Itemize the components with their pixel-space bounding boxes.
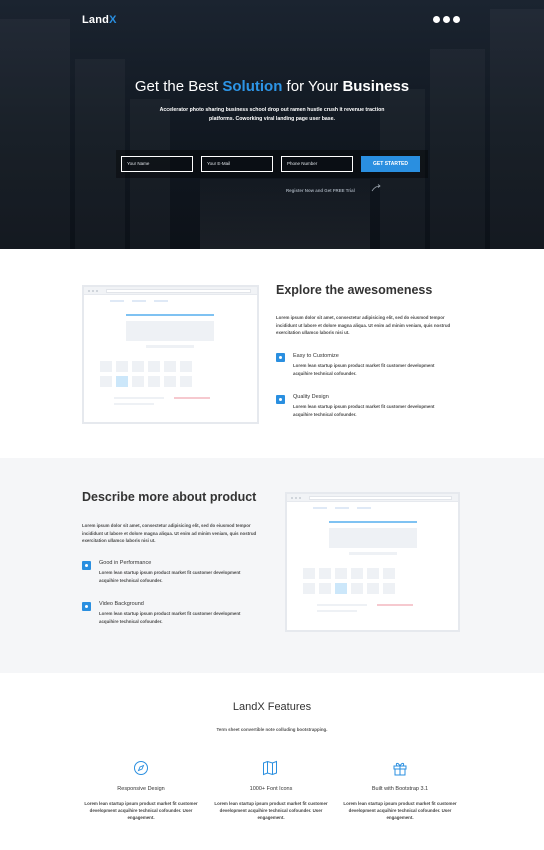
map-icon [263, 760, 277, 776]
hero-title-bold: Business [342, 78, 410, 95]
feature-title: Video Background [99, 601, 144, 607]
feature-desc: Lorem lean startup ipsum product market … [99, 570, 241, 583]
hero-subtitle: Accelerator photo sharing business schoo… [159, 107, 385, 122]
feature-desc: Lorem lean startup ipsum product market … [293, 404, 435, 417]
feature-title: Good in Performance [99, 560, 152, 566]
hero-title-accent: Solution [222, 78, 283, 95]
feature-desc: Lorem lean startup ipsum product market … [99, 611, 241, 624]
brand-name-accent: X [109, 14, 117, 26]
feature-title: Easy to Customize [293, 353, 339, 359]
star-icon [276, 395, 285, 404]
settings-icon [276, 353, 285, 362]
background-building [490, 9, 544, 249]
explore-body: Lorem ipsum dolor sit amet, consectetur … [276, 315, 451, 336]
register-note: Register Now and Get FREE Trial [286, 188, 355, 193]
background-building [0, 19, 70, 249]
describe-body: Lorem ipsum dolor sit amet, consectetur … [82, 523, 257, 544]
email-input[interactable]: Your E-Mail [201, 156, 273, 172]
feature-column-desc: Lorem lean startup ipsum product market … [343, 801, 457, 820]
hero-title: Get the Best Solution for Your Business [0, 78, 544, 95]
brand-name: Land [82, 14, 110, 26]
facebook-icon[interactable] [433, 16, 440, 23]
get-started-button[interactable]: GET STARTED [361, 156, 420, 172]
browser-mockup [82, 285, 259, 424]
video-icon [82, 602, 91, 611]
hero-section [0, 0, 544, 249]
gift-icon [393, 762, 407, 776]
feature-column-title: 1000+ Font Icons [249, 786, 293, 792]
twitter-icon[interactable] [443, 16, 450, 23]
linkedin-icon[interactable] [453, 16, 460, 23]
browser-toolbar [287, 494, 458, 502]
speedometer-icon [82, 561, 91, 570]
feature-column-title: Responsive Design [117, 786, 165, 792]
feature-column-desc: Lorem lean startup ipsum product market … [84, 801, 198, 820]
hero-title-part: for Your [282, 78, 343, 95]
phone-input[interactable]: Phone Number [281, 156, 353, 172]
describe-title: Describe more about product [82, 490, 257, 504]
features-title: LandX Features [232, 701, 312, 713]
name-input[interactable]: Your Name [121, 156, 193, 172]
curved-arrow-icon [371, 184, 381, 192]
feature-desc: Lorem lean startup ipsum product market … [293, 363, 435, 376]
compass-icon [134, 761, 148, 775]
features-subtitle: Term sheet convertible note colluding bo… [216, 727, 328, 732]
brand-logo[interactable]: LandX [82, 14, 117, 26]
browser-mockup [285, 492, 460, 632]
feature-column-title: Built with Bootstrap 3.1 [371, 786, 429, 792]
feature-column-desc: Lorem lean startup ipsum product market … [214, 801, 328, 820]
feature-title: Quality Design [293, 394, 329, 400]
browser-toolbar [84, 287, 257, 295]
hero-title-part: Get the Best [134, 78, 223, 95]
social-links [433, 16, 460, 23]
explore-title: Explore the awesomeness [276, 283, 433, 297]
